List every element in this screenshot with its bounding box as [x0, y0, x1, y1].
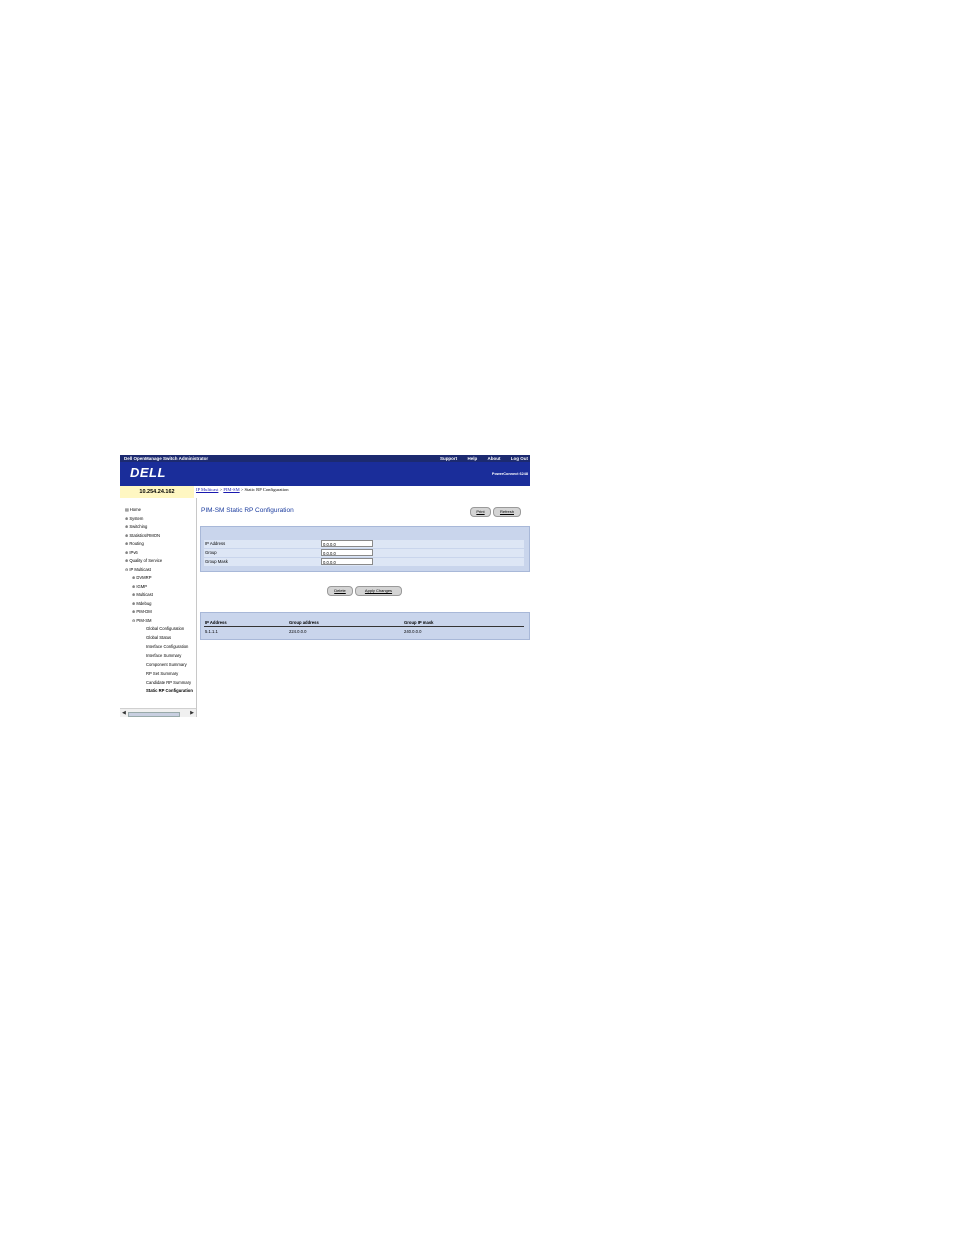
top-links: Support Help About Log Out: [431, 455, 528, 462]
nav-item-ipv6[interactable]: ⊕IPv6: [125, 549, 138, 556]
breadcrumb-pim-sm[interactable]: PIM-SM: [223, 487, 239, 492]
app-title: Dell OpenManage Switch Administrator: [124, 456, 209, 461]
nav-item-rp-set-summary[interactable]: RP Set Summary: [146, 670, 178, 677]
nav-item-system[interactable]: ⊕System: [125, 515, 143, 522]
expand-icon[interactable]: ⊕: [125, 558, 128, 563]
expand-icon[interactable]: ⊕: [125, 550, 128, 555]
breadcrumb-current: Static RP Configuration: [244, 487, 289, 492]
apply-changes-button[interactable]: Apply Changes: [355, 586, 402, 596]
expand-icon[interactable]: ⊕: [132, 601, 135, 606]
scroll-thumb[interactable]: [128, 712, 180, 717]
dell-logo: DELL: [130, 465, 166, 480]
table-cell-group-address: 224.0.0.0: [289, 629, 307, 634]
banner: DELL PowerConnect 6248: [120, 462, 530, 486]
collapse-icon[interactable]: ⊖: [132, 618, 135, 623]
expand-icon[interactable]: ⊕: [125, 533, 128, 538]
nav-item-dvmrp[interactable]: ⊕DVMRP: [132, 574, 151, 581]
static-rp-table: IP Address Group address Group IP mask 5…: [200, 612, 530, 640]
nav-item-global-configuration[interactable]: Global Configuration: [146, 625, 184, 632]
ip-address-input[interactable]: 0.0.0.0: [321, 540, 373, 547]
expand-icon[interactable]: ⊕: [125, 541, 128, 546]
scroll-right-icon[interactable]: ▶: [190, 710, 194, 716]
nav-item-statistics[interactable]: ⊕Statistics/RMON: [125, 532, 160, 539]
group-input[interactable]: 0.0.0.0: [321, 549, 373, 556]
group-mask-label: Group Mask: [205, 559, 228, 564]
nav-item-qos[interactable]: ⊕Quality of Service: [125, 557, 162, 564]
support-link[interactable]: Support: [440, 455, 457, 462]
nav-item-ip-multicast[interactable]: ⊖IP Multicast: [125, 566, 151, 573]
help-link[interactable]: Help: [467, 455, 477, 462]
nav-item-static-rp-configuration[interactable]: Static RP Configuration: [146, 687, 193, 694]
home-icon: ▤: [125, 507, 129, 512]
nav-item-pim-sm[interactable]: ⊖PIM-SM: [132, 617, 151, 624]
expand-icon[interactable]: ⊕: [132, 609, 135, 614]
nav-item-candidate-rp-summary[interactable]: Candidate RP Summary: [146, 679, 191, 686]
nav-item-global-status[interactable]: Global Status: [146, 634, 171, 641]
nav-item-routing[interactable]: ⊕Routing: [125, 540, 144, 547]
nav-item-pim-dm[interactable]: ⊕PIM-DM: [132, 608, 152, 615]
collapse-icon[interactable]: ⊖: [125, 567, 128, 572]
group-label: Group: [205, 550, 217, 555]
product-name: PowerConnect 6248: [491, 472, 528, 476]
expand-icon[interactable]: ⊕: [132, 592, 135, 597]
column-header-group-ip-mask: Group IP mask: [404, 620, 434, 625]
nav-item-multicast[interactable]: ⊕Multicast: [132, 591, 153, 598]
nav-item-mdebug[interactable]: ⊕Mdebug: [132, 600, 152, 607]
scroll-left-icon[interactable]: ◀: [122, 710, 126, 716]
expand-icon[interactable]: ⊕: [132, 584, 135, 589]
nav-horizontal-scrollbar[interactable]: ◀ ▶: [120, 708, 196, 717]
group-mask-input[interactable]: 0.0.0.0: [321, 558, 373, 565]
nav-item-switching[interactable]: ⊕Switching: [125, 523, 147, 530]
app-screenshot: Dell OpenManage Switch Administrator Sup…: [120, 455, 530, 717]
nav-item-component-summary[interactable]: Component Summary: [146, 661, 187, 668]
page-title: PIM-SM Static RP Configuration: [201, 507, 294, 514]
breadcrumb: IP Multicast > PIM-SM > Static RP Config…: [196, 487, 289, 492]
device-ip: 10.254.24.162: [120, 486, 194, 498]
print-button[interactable]: Print: [470, 507, 491, 517]
about-link[interactable]: About: [487, 455, 500, 462]
refresh-button[interactable]: Refresh: [493, 507, 521, 517]
expand-icon[interactable]: ⊕: [125, 524, 128, 529]
column-header-group-address: Group address: [289, 620, 319, 625]
column-header-ip-address: IP Address: [205, 620, 227, 625]
top-bar: Dell OpenManage Switch Administrator Sup…: [120, 455, 530, 462]
nav-item-interface-configuration[interactable]: Interface Configuration: [146, 643, 188, 650]
expand-icon[interactable]: ⊕: [132, 575, 135, 580]
nav-item-interface-summary[interactable]: Interface Summary: [146, 652, 181, 659]
static-rp-form: IP Address 0.0.0.0 Group 0.0.0.0 Group M…: [200, 526, 530, 572]
logout-link[interactable]: Log Out: [511, 455, 528, 462]
nav-item-igmp[interactable]: ⊕IGMP: [132, 583, 147, 590]
header-divider: [204, 626, 524, 627]
nav-item-home[interactable]: ▤Home: [125, 506, 141, 513]
expand-icon[interactable]: ⊕: [125, 516, 128, 521]
ip-address-label: IP Address: [205, 541, 226, 546]
breadcrumb-ip-multicast[interactable]: IP Multicast: [196, 487, 218, 492]
delete-button[interactable]: Delete: [327, 586, 353, 596]
table-cell-ip-address: 5.1.1.1: [205, 629, 218, 634]
table-cell-group-ip-mask: 240.0.0.0: [404, 629, 422, 634]
nav-tree: ▤Home ⊕System ⊕Switching ⊕Statistics/RMO…: [120, 498, 197, 717]
